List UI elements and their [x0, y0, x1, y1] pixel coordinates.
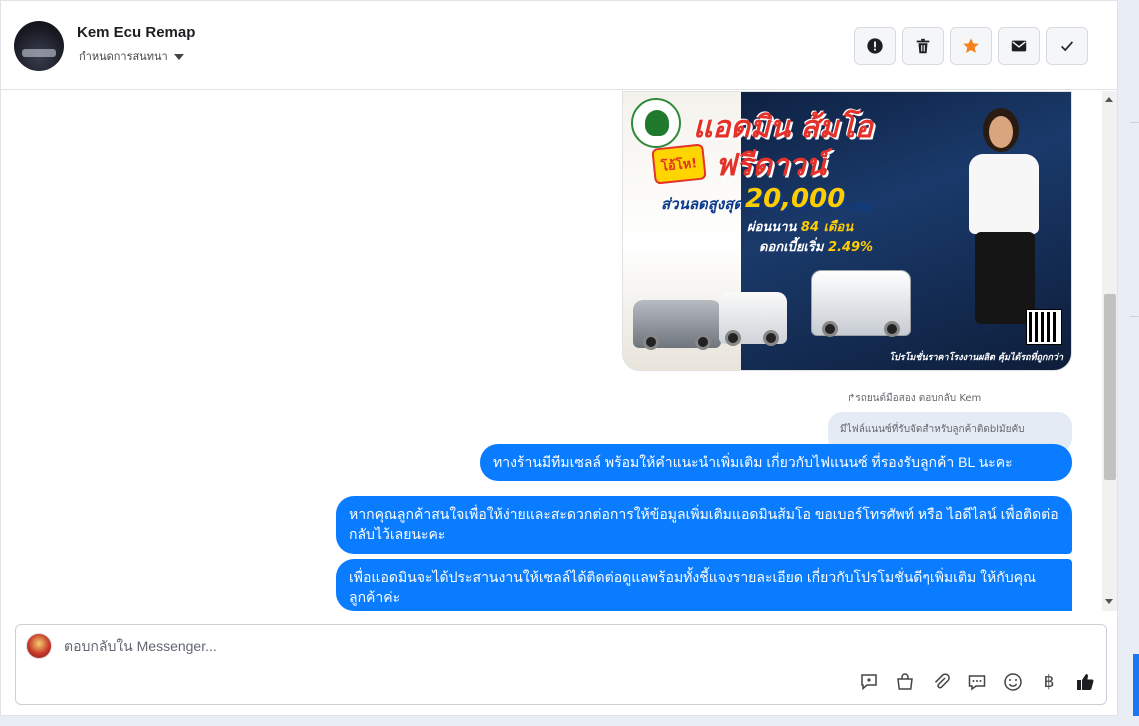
ad-discount-amount: 20,000 — [745, 184, 846, 214]
mail-button[interactable] — [998, 27, 1040, 65]
wheel — [763, 330, 779, 346]
emoji-button[interactable] — [1002, 671, 1024, 693]
header-toolbar — [854, 27, 1088, 65]
quick-reply-button[interactable] — [966, 671, 988, 693]
ad-installment-prefix: ผ่อนนาน — [747, 220, 801, 235]
ad-free-down: ฟรีดาวน์ — [715, 148, 827, 183]
reply-context-line: ↱รถยนต์มือสอง ตอบกลับ Kem — [847, 391, 981, 406]
wheel — [643, 334, 659, 350]
assign-conversation-label: กำหนดการสนทนา — [79, 50, 168, 63]
caret-down-icon — [173, 54, 184, 60]
payment-button[interactable]: ฿ — [1038, 671, 1060, 693]
edge-divider — [1130, 316, 1139, 317]
ad-burst-badge: โอ้โห! — [651, 143, 707, 185]
message-composer: ฿ — [15, 624, 1107, 705]
shop-button[interactable] — [894, 671, 916, 693]
trash-icon — [916, 38, 930, 54]
saved-reply-button[interactable] — [858, 671, 880, 693]
car-sedan-image — [633, 300, 721, 350]
saved-reply-icon — [861, 674, 877, 691]
assign-conversation-dropdown[interactable]: กำหนดการสนทนา — [79, 47, 184, 65]
baht-icon: ฿ — [1043, 672, 1055, 692]
wheel — [695, 334, 711, 350]
edge-divider — [1130, 122, 1139, 123]
qr-code — [1026, 309, 1062, 345]
wheel — [725, 330, 741, 346]
like-icon — [1077, 674, 1094, 690]
wheel — [884, 321, 900, 337]
wheel — [822, 321, 838, 337]
scroll-down-arrow-icon[interactable] — [1105, 599, 1113, 604]
report-icon — [867, 38, 883, 54]
report-button[interactable] — [854, 27, 896, 65]
ad-footer: โปรโมชั่นราคาโรงงานผลิต คุ้มได้รถที่ถูกก… — [889, 353, 1063, 363]
contact-name[interactable]: Kem Ecu Remap — [77, 24, 195, 41]
star-button[interactable] — [950, 27, 992, 65]
ad-rate: ดอกเบี้ยเริ่ม 2.49% — [759, 236, 873, 257]
ad-discount-label: ส่วนลดสูงสุด — [661, 195, 744, 213]
attach-button[interactable] — [930, 671, 952, 693]
check-icon — [1061, 41, 1074, 52]
dealer-logo — [631, 98, 681, 148]
ad-rate-prefix: ดอกเบี้ยเริ่ม — [759, 240, 828, 255]
star-icon — [963, 38, 979, 53]
model-shirt — [969, 154, 1039, 234]
shop-bag-icon — [897, 673, 913, 690]
ad-installment-value: 84 เดือน — [800, 220, 854, 235]
car-truck-image — [811, 270, 911, 337]
composer-toolbar: ฿ — [858, 671, 1096, 693]
message-bubble[interactable]: หากคุณลูกค้าสนใจเพื่อให้ง่ายและสะดวกต่อก… — [336, 496, 1072, 554]
car-pickup-image — [719, 292, 787, 346]
emoji-icon — [1004, 673, 1022, 691]
ad-baht: บาท — [849, 200, 874, 215]
ad-rate-value: 2.49% — [827, 240, 874, 255]
conversation-header: Kem Ecu Remap กำหนดการสนทนา — [1, 1, 1117, 90]
attach-icon — [934, 673, 950, 689]
model-face — [989, 116, 1013, 148]
ad-installment: ผ่อนนาน 84 เดือน — [747, 216, 853, 237]
mark-done-button[interactable] — [1046, 27, 1088, 65]
message-bubble[interactable]: เพื่อแอดมินจะได้ประสานงานให้เซลล์ได้ติดต… — [336, 559, 1072, 611]
message-bubble[interactable]: ทางร้านมีทีมเซลล์ พร้อมให้คำแนะนำเพิ่มเต… — [480, 444, 1072, 481]
messenger-panel: Kem Ecu Remap กำหนดการสนทนา แอดมิน ส้มโอ… — [0, 0, 1118, 716]
mail-icon — [1011, 40, 1027, 52]
edge-accent — [1133, 654, 1139, 716]
scroll-up-arrow-icon[interactable] — [1105, 97, 1113, 102]
reply-input[interactable] — [64, 633, 964, 659]
page-avatar — [26, 633, 52, 659]
contact-avatar[interactable] — [14, 21, 64, 71]
like-button[interactable] — [1074, 671, 1096, 693]
chat-bubble-icon — [968, 675, 986, 691]
delete-button[interactable] — [902, 27, 944, 65]
model-pants — [975, 232, 1035, 324]
scrollbar-thumb[interactable] — [1104, 294, 1116, 480]
reply-context-text: รถยนต์มือสอง ตอบกลับ Kem — [855, 393, 982, 404]
ad-image-message[interactable]: แอดมิน ส้มโอ โอ้โห! ฟรีดาวน์ ส่วนลดสูงสุ… — [622, 91, 1072, 371]
